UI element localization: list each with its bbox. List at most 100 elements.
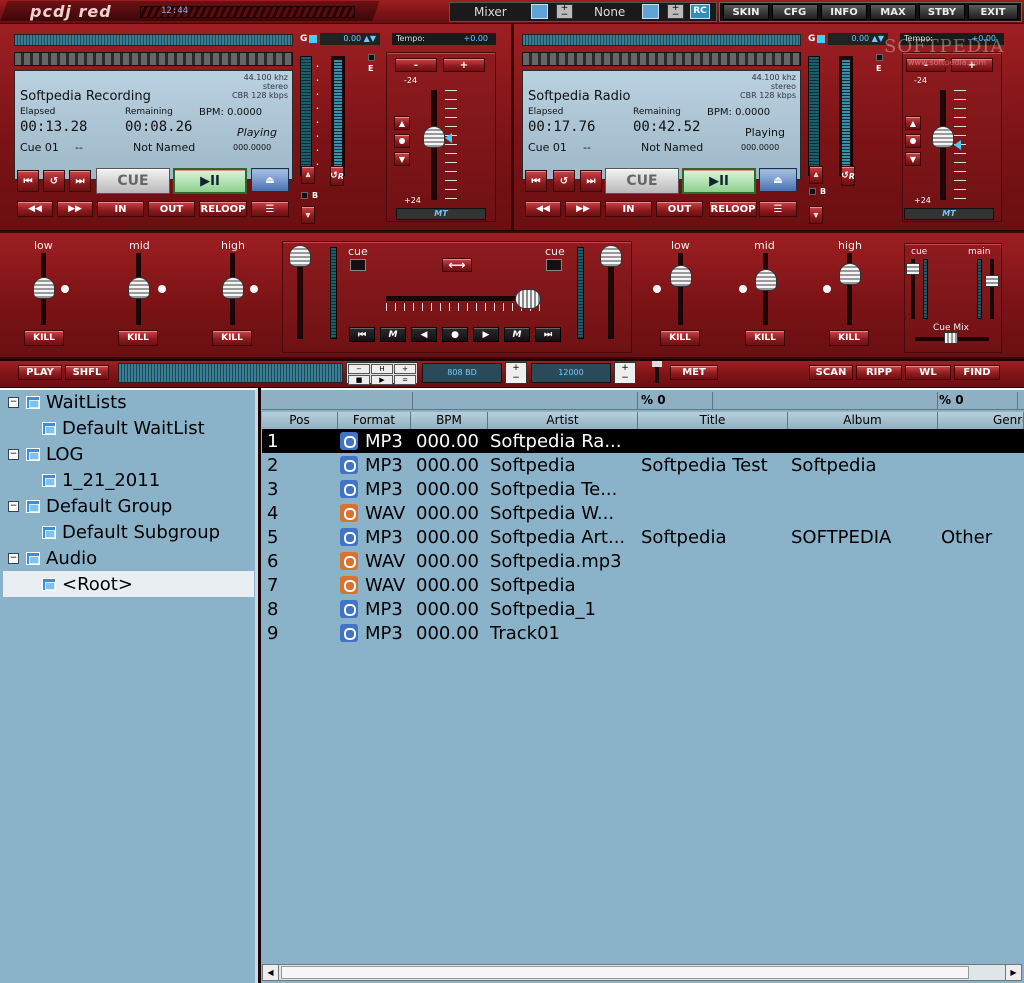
- deck-a-out-button[interactable]: OUT: [148, 201, 195, 217]
- collapse-icon[interactable]: −: [8, 553, 19, 564]
- tree-item-log[interactable]: − LOG: [8, 444, 84, 465]
- column-header-title[interactable]: Title: [638, 412, 788, 429]
- deck-a-mt-toggle[interactable]: MT: [396, 208, 486, 220]
- crossfader-knob[interactable]: [515, 289, 541, 309]
- play-button[interactable]: PLAY: [18, 365, 62, 380]
- wl-button[interactable]: WL: [905, 365, 951, 380]
- deck-a-reloop-button[interactable]: RELOOP: [199, 201, 247, 217]
- none-mode-icon[interactable]: [642, 4, 659, 19]
- mini-h-label[interactable]: H: [371, 364, 393, 374]
- deck-a-forward-icon[interactable]: ▶▶: [57, 201, 93, 217]
- kill-a-high-button[interactable]: KILL: [212, 330, 252, 346]
- mixer-updown[interactable]: + −: [556, 4, 573, 20]
- kill-a-mid-button[interactable]: KILL: [118, 330, 158, 346]
- eq-a-mid-knob[interactable]: [128, 277, 150, 299]
- tree-item-default-group[interactable]: − Default Group: [8, 496, 172, 517]
- deck-b-mt-toggle[interactable]: MT: [904, 208, 994, 220]
- cue-b-toggle[interactable]: [546, 259, 562, 271]
- table-row[interactable]: 2 MP3 000.00 Softpedia Softpedia Test Softped…: [262, 453, 1024, 477]
- value-stepper[interactable]: + −: [614, 362, 636, 384]
- deck-a-down-icon[interactable]: ⩔: [301, 206, 315, 224]
- tree-item-default-subgroup[interactable]: Default Subgroup: [42, 522, 220, 543]
- table-row[interactable]: 8 MP3 000.00 Softpedia_1: [262, 597, 1024, 621]
- exit-button[interactable]: EXIT: [968, 4, 1018, 20]
- rc-button[interactable]: RC: [690, 4, 710, 19]
- deck-b-nudge-down[interactable]: ▼: [905, 152, 921, 166]
- mini-stop-icon[interactable]: ■: [348, 375, 370, 385]
- eq-b-high-knob[interactable]: [839, 263, 861, 285]
- table-row[interactable]: 9 MP3 000.00 Track01: [262, 621, 1024, 645]
- mini-plus-icon[interactable]: +: [394, 364, 416, 374]
- column-header-artist[interactable]: Artist: [488, 412, 638, 429]
- table-row[interactable]: 7 WAV 000.00 Softpedia: [262, 573, 1024, 597]
- kill-a-low-button[interactable]: KILL: [24, 330, 64, 346]
- main-level-track[interactable]: [990, 259, 994, 319]
- table-row[interactable]: 3 MP3 000.00 Softpedia Te...: [262, 477, 1024, 501]
- scroll-right-icon[interactable]: ▶: [1005, 965, 1021, 980]
- deck-b-loop-icon[interactable]: ↺: [553, 170, 575, 192]
- cue-mix-knob[interactable]: [944, 332, 958, 344]
- mini-transport[interactable]: − H + ■ ▶ =: [346, 362, 418, 385]
- table-row[interactable]: 5 MP3 000.00 Softpedia Art... Softpedia SOFTP…: [262, 525, 1024, 549]
- mixer-prev-icon[interactable]: ⏮: [349, 327, 375, 342]
- info-button[interactable]: INFO: [821, 4, 867, 20]
- deck-b-position-bar[interactable]: [522, 52, 801, 66]
- channel-b-fader-knob[interactable]: [600, 245, 622, 267]
- deck-a-eject-icon[interactable]: ⏏: [251, 168, 289, 192]
- kill-b-low-button[interactable]: KILL: [660, 330, 700, 346]
- deck-b-cue-button[interactable]: CUE: [605, 168, 679, 194]
- tree-item-waitlists[interactable]: − WaitLists: [8, 392, 127, 413]
- max-button[interactable]: MAX: [870, 4, 916, 20]
- tree-item-default-waitlist[interactable]: Default WaitList: [42, 418, 205, 439]
- table-row[interactable]: 6 WAV 000.00 Softpedia.mp3: [262, 549, 1024, 573]
- deck-a-play-pause-button[interactable]: ▶II: [173, 168, 247, 194]
- kill-b-high-button[interactable]: KILL: [829, 330, 869, 346]
- mini-minus-icon[interactable]: −: [348, 364, 370, 374]
- mixer-center-icon[interactable]: ●: [442, 327, 468, 342]
- deck-b-next-icon[interactable]: ⏭: [580, 170, 602, 192]
- deck-b-prev-icon[interactable]: ⏮: [525, 170, 547, 192]
- tree-item-root[interactable]: <Root>: [42, 574, 133, 595]
- none-updown[interactable]: + −: [667, 4, 684, 20]
- horizontal-scrollbar[interactable]: ◀ ▶: [262, 964, 1022, 981]
- deck-b-pitch-knob[interactable]: [932, 126, 954, 148]
- mixer-m-a-button[interactable]: M: [380, 327, 406, 342]
- deck-a-nudge-down[interactable]: ▼: [394, 152, 410, 166]
- deck-a-pitch-minus[interactable]: -: [395, 58, 437, 72]
- cfg-button[interactable]: CFG: [772, 4, 818, 20]
- mixer-m-b-button[interactable]: M: [504, 327, 530, 342]
- stby-button[interactable]: STBY: [919, 4, 965, 20]
- find-button[interactable]: FIND: [954, 365, 1000, 380]
- ripp-button[interactable]: RIPP: [856, 365, 902, 380]
- bpm-stepper[interactable]: + −: [505, 362, 527, 384]
- deck-a-menu-icon[interactable]: ☰: [251, 201, 289, 217]
- deck-a-in-button[interactable]: IN: [97, 201, 144, 217]
- skin-button[interactable]: SKIN: [723, 4, 769, 20]
- column-header-format[interactable]: Format: [338, 412, 411, 429]
- deck-b-in-button[interactable]: IN: [605, 201, 652, 217]
- deck-a-prev-icon[interactable]: ⏮: [17, 170, 39, 192]
- deck-b-r-button[interactable]: ↺ R: [841, 166, 855, 186]
- collapse-icon[interactable]: −: [8, 449, 19, 460]
- table-row[interactable]: 1 MP3 000.00 Softpedia Ra...: [262, 429, 1024, 453]
- crossfader-swap-icon[interactable]: ⟷: [442, 258, 472, 272]
- met-button[interactable]: MET: [670, 365, 718, 380]
- deck-b-menu-icon[interactable]: ☰: [759, 201, 797, 217]
- eq-b-mid-knob[interactable]: [755, 269, 777, 291]
- deck-a-position-bar[interactable]: [14, 52, 293, 66]
- column-header-pos[interactable]: Pos: [262, 412, 338, 429]
- table-row[interactable]: 4 WAV 000.00 Softpedia W...: [262, 501, 1024, 525]
- cue-a-toggle[interactable]: [350, 259, 366, 271]
- scroll-left-icon[interactable]: ◀: [263, 965, 279, 980]
- eq-b-low-knob[interactable]: [670, 265, 692, 287]
- column-header-album[interactable]: Album: [788, 412, 938, 429]
- mixer-next-icon[interactable]: ⏭: [535, 327, 561, 342]
- tree-item-audio[interactable]: − Audio: [8, 548, 97, 569]
- deck-b-up-icon[interactable]: ⩓: [809, 166, 823, 184]
- channel-a-fader-knob[interactable]: [289, 245, 311, 267]
- main-level-knob[interactable]: [985, 275, 999, 287]
- deck-b-out-button[interactable]: OUT: [656, 201, 703, 217]
- collapse-icon[interactable]: −: [8, 501, 19, 512]
- deck-b-nudge-reset[interactable]: [905, 134, 921, 148]
- deck-a-nudge-reset[interactable]: [394, 134, 410, 148]
